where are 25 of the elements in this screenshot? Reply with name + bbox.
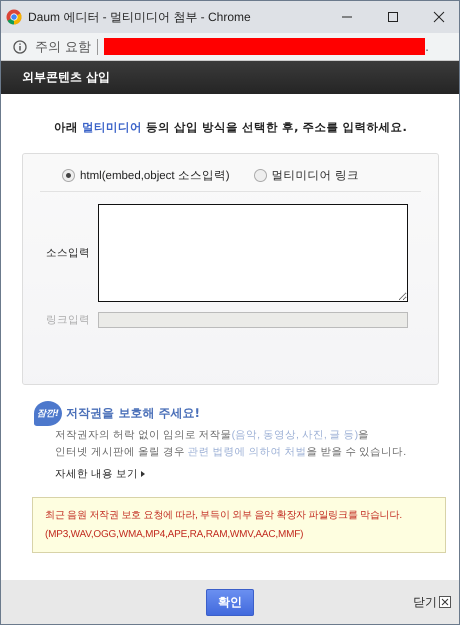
source-textarea[interactable] bbox=[98, 204, 408, 302]
close-icon[interactable] bbox=[433, 11, 445, 23]
close-link[interactable]: 닫기 bbox=[413, 594, 451, 610]
warning-text: (MP3,WAV,OGG,WMA,MP4,APE,RA,RAM,WMV,AAC,MMF) bbox=[45, 528, 304, 542]
chrome-icon bbox=[6, 9, 22, 25]
caret-icon bbox=[140, 471, 145, 477]
url-text: . bbox=[425, 40, 429, 54]
field-label: 소스입력 bbox=[45, 246, 91, 260]
mode-radio[interactable]: 멀티미디어 링크 bbox=[254, 168, 359, 183]
notice-text: 인터넷 게시판에 올릴 경우 관련 법령에 의하여 처벌을 받을 수 있습니다. bbox=[55, 445, 408, 459]
confirm-button[interactable]: 확인 bbox=[206, 588, 254, 616]
header-title: 외부콘텐츠 삽입 bbox=[22, 69, 110, 86]
close-icon bbox=[439, 596, 451, 608]
window-title: Daum 에디터 - 멀티미디어 첨부 - Chrome bbox=[28, 8, 251, 26]
info-icon[interactable] bbox=[13, 40, 27, 54]
notice-title: 저작권을 보호해 주세요! bbox=[66, 405, 200, 422]
field-label: 링크입력 bbox=[45, 313, 91, 327]
mode-radio[interactable]: html(embed,object 소스입력) bbox=[62, 168, 230, 183]
notice-text: 저작권자의 허락 없이 임의로 저작물(음악, 동영상, 사진, 글 등)을 bbox=[55, 428, 370, 442]
security-label[interactable]: 주의 요함 bbox=[35, 38, 92, 56]
speech-bubble-badge: 잠깐! bbox=[34, 401, 62, 426]
warning-text: 최근 음원 저작권 보호 요청에 따라, 부득이 외부 음악 확장자 파일링크를 막습니다. bbox=[45, 509, 403, 523]
maximize-icon[interactable] bbox=[387, 11, 399, 23]
details-link[interactable]: 자세한 내용 보기 bbox=[55, 467, 145, 481]
instruction-text: 아래 멀티미디어 등의 삽입 방식을 선택한 후, 주소를 입력하세요. bbox=[53, 120, 408, 135]
